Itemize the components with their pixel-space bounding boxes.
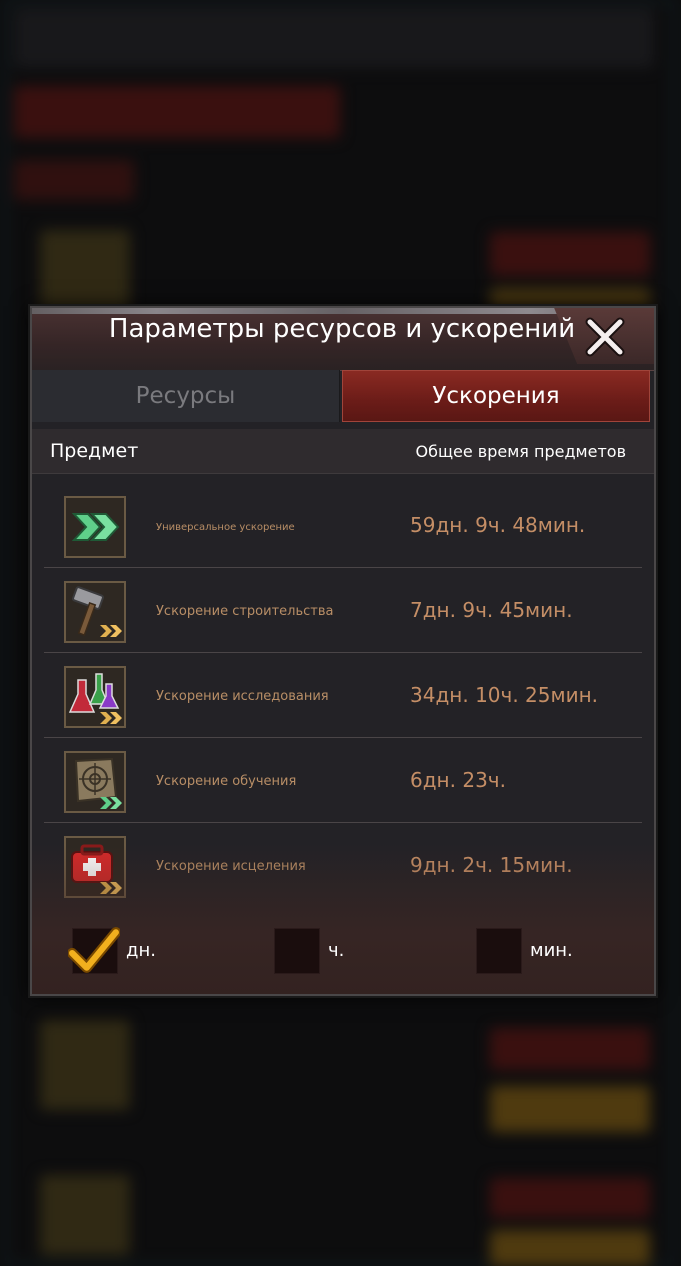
target-icon (64, 751, 126, 813)
list-item: Ускорение исцеления 9дн. 2ч. 15мин. (44, 823, 642, 907)
item-name: Универсальное ускорение (156, 522, 295, 533)
unit-days-label: дн. (126, 940, 156, 961)
speedup-list: Универсальное ускорение 59дн. 9ч. 48мин.… (44, 483, 642, 907)
unit-minutes-checkbox[interactable] (476, 928, 522, 974)
medkit-icon (64, 836, 126, 898)
tab-speedups[interactable]: Ускорения (342, 370, 650, 422)
item-name: Ускорение исцеления (156, 859, 306, 874)
unit-hours-toggle[interactable]: ч. (274, 928, 374, 974)
dialog-title: Параметры ресурсов и ускорений (108, 316, 576, 344)
item-total-time: 6дн. 23ч. (410, 768, 506, 792)
tab-bar: Ресурсы Ускорения (32, 370, 654, 422)
list-item: Универсальное ускорение 59дн. 9ч. 48мин. (44, 483, 642, 568)
speedup-arrows-icon (64, 496, 126, 558)
column-time-header: Общее время предметов (415, 442, 627, 461)
unit-minutes-toggle[interactable]: мин. (476, 928, 596, 974)
item-total-time: 9дн. 2ч. 15мин. (410, 853, 573, 877)
column-item-header: Предмет (50, 440, 139, 462)
hammer-icon (64, 581, 126, 643)
resources-speedups-dialog: Параметры ресурсов и ускорений Ресурсы У… (30, 306, 656, 996)
close-icon[interactable] (584, 316, 626, 358)
item-total-time: 59дн. 9ч. 48мин. (410, 513, 586, 537)
item-name: Ускорение исследования (156, 689, 329, 704)
tab-resources[interactable]: Ресурсы (32, 370, 340, 422)
item-name: Ускорение обучения (156, 774, 297, 789)
list-header: Предмет Общее время предметов (32, 429, 654, 474)
unit-minutes-label: мин. (530, 940, 573, 961)
flask-icon (64, 666, 126, 728)
list-item: Ускорение обучения 6дн. 23ч. (44, 738, 642, 823)
dialog-titlebar: Параметры ресурсов и ускорений (32, 308, 654, 371)
item-name: Ускорение строительства (156, 604, 334, 619)
list-item: Ускорение строительства 7дн. 9ч. 45мин. (44, 568, 642, 653)
unit-days-toggle[interactable]: дн. (68, 927, 182, 974)
unit-hours-label: ч. (328, 940, 345, 961)
item-total-time: 34дн. 10ч. 25мин. (410, 683, 599, 707)
unit-hours-checkbox[interactable] (274, 928, 320, 974)
checkmark-icon (68, 927, 120, 973)
time-unit-selector: дн. ч. мин. (32, 927, 654, 978)
item-total-time: 7дн. 9ч. 45мин. (410, 598, 573, 622)
list-item: Ускорение исследования 34дн. 10ч. 25мин. (44, 653, 642, 738)
